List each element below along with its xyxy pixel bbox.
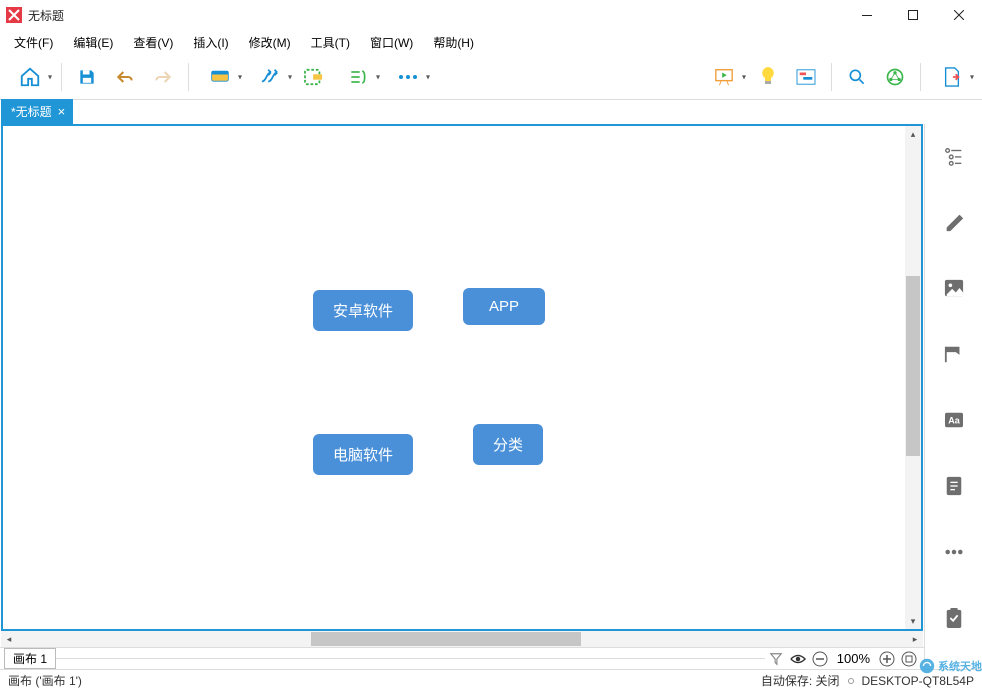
menu-window[interactable]: 窗口(W) [360, 31, 423, 54]
zoom-in-button[interactable] [876, 651, 898, 667]
vscroll-thumb[interactable] [906, 276, 920, 456]
sheet-bar: 画布 1 100% [0, 647, 924, 669]
scroll-left-icon[interactable]: ◂ [1, 631, 17, 647]
hscroll-thumb[interactable] [311, 632, 581, 646]
search-button[interactable] [839, 59, 875, 95]
filter-icon[interactable] [765, 652, 787, 666]
format-panel-icon[interactable] [934, 202, 974, 242]
menu-bar: 文件(F) 编辑(E) 查看(V) 插入(I) 修改(M) 工具(T) 窗口(W… [0, 30, 982, 54]
vertical-scrollbar[interactable]: ▴ ▾ [905, 126, 921, 629]
window-title: 无标题 [28, 7, 64, 24]
horizontal-scrollbar[interactable]: ◂ ▸ [1, 631, 923, 647]
menu-edit[interactable]: 编辑(E) [63, 31, 123, 54]
undo-button[interactable] [107, 59, 143, 95]
tab-label: *无标题 [11, 103, 52, 120]
visibility-icon[interactable] [787, 653, 809, 665]
menu-modify[interactable]: 修改(M) [239, 31, 301, 54]
menu-help[interactable]: 帮助(H) [423, 31, 484, 54]
presentation-button[interactable]: ▾ [700, 59, 748, 95]
scroll-down-icon[interactable]: ▾ [905, 613, 921, 629]
status-bar: 画布 ('画布 1') 自动保存: 关闭 DESKTOP-QT8L54P [0, 669, 982, 691]
menu-view[interactable]: 查看(V) [123, 31, 183, 54]
title-bar: 无标题 [0, 0, 982, 30]
topic-button[interactable]: ▾ [196, 59, 244, 95]
summary-button[interactable]: ▾ [334, 59, 382, 95]
export-button[interactable]: ▾ [928, 59, 976, 95]
document-tab[interactable]: *无标题 × [1, 99, 73, 124]
scroll-up-icon[interactable]: ▴ [905, 126, 921, 142]
side-panel: Aa [924, 124, 982, 669]
canvas-wrap: 安卓软件 APP 电脑软件 分类 ▴ ▾ ◂ ▸ 画布 1 100% [0, 124, 924, 669]
redo-button[interactable] [145, 59, 181, 95]
maximize-button[interactable] [890, 0, 936, 30]
status-dot-icon [848, 678, 854, 684]
status-left: 画布 ('画布 1') [8, 672, 82, 689]
svg-text:Aa: Aa [948, 416, 960, 426]
relationship-button[interactable]: ▾ [246, 59, 294, 95]
close-button[interactable] [936, 0, 982, 30]
fit-button[interactable] [898, 651, 920, 667]
document-tabstrip: *无标题 × [0, 100, 982, 124]
image-panel-icon[interactable] [934, 268, 974, 308]
window-controls [844, 0, 982, 30]
minimize-button[interactable] [844, 0, 890, 30]
node-category[interactable]: 分类 [473, 424, 543, 465]
tab-close-icon[interactable]: × [58, 105, 66, 118]
sheet-tab[interactable]: 画布 1 [4, 648, 56, 669]
watermark: 系统天地 [918, 657, 982, 675]
home-button[interactable]: ▾ [6, 59, 54, 95]
main-area: 安卓软件 APP 电脑软件 分类 ▴ ▾ ◂ ▸ 画布 1 100% [0, 124, 982, 669]
zoom-out-button[interactable] [809, 651, 831, 667]
more-button[interactable]: ▾ [384, 59, 432, 95]
zoom-level: 100% [831, 651, 876, 666]
status-host: DESKTOP-QT8L54P [862, 674, 975, 688]
canvas[interactable]: 安卓软件 APP 电脑软件 分类 ▴ ▾ [1, 124, 923, 631]
gantt-button[interactable] [788, 59, 824, 95]
marker-panel-icon[interactable] [934, 334, 974, 374]
menu-insert[interactable]: 插入(I) [183, 31, 238, 54]
node-pc-software[interactable]: 电脑软件 [313, 434, 413, 475]
comments-panel-icon[interactable] [934, 532, 974, 572]
app-logo-icon [6, 7, 22, 23]
status-autosave: 自动保存: 关闭 [761, 672, 840, 689]
menu-tools[interactable]: 工具(T) [301, 31, 360, 54]
menu-file[interactable]: 文件(F) [4, 31, 63, 54]
node-app[interactable]: APP [463, 288, 545, 325]
task-panel-icon[interactable] [934, 598, 974, 638]
text-panel-icon[interactable]: Aa [934, 400, 974, 440]
share-button[interactable] [877, 59, 913, 95]
toolbar: ▾ ▾ ▾ ▾ ▾ ▾ [0, 54, 982, 100]
outline-panel-icon[interactable] [934, 136, 974, 176]
notes-panel-icon[interactable] [934, 466, 974, 506]
boundary-button[interactable] [296, 59, 332, 95]
scroll-right-icon[interactable]: ▸ [907, 631, 923, 647]
node-android-software[interactable]: 安卓软件 [313, 290, 413, 331]
idea-button[interactable] [750, 59, 786, 95]
save-button[interactable] [69, 59, 105, 95]
